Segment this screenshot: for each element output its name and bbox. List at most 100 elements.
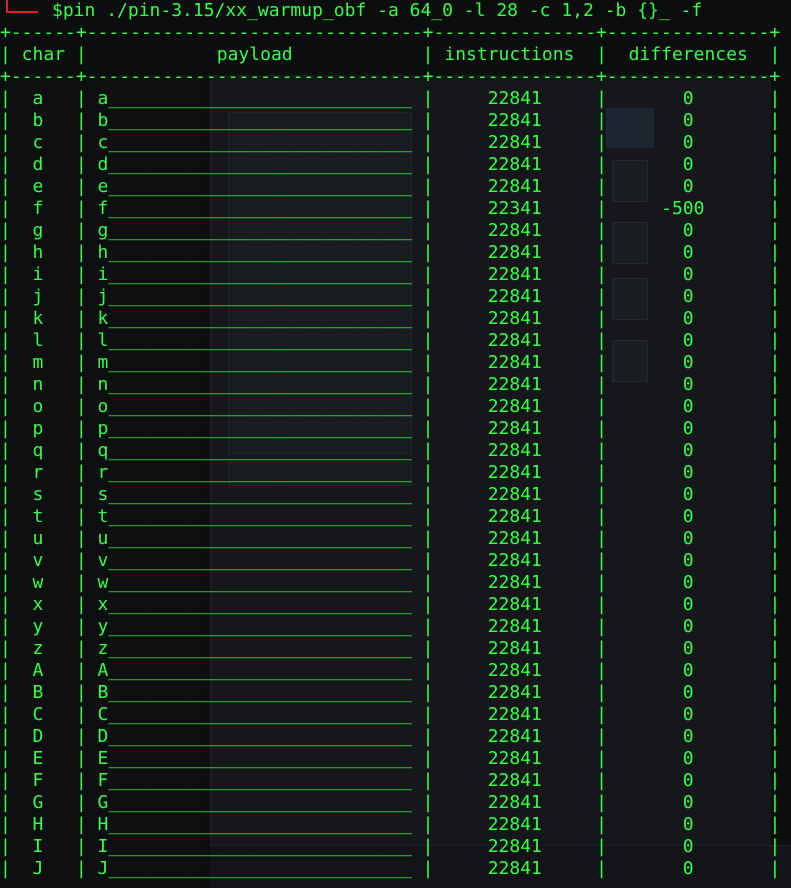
- cell-difference: 0: [606, 682, 770, 703]
- table-border: |: [0, 176, 11, 197]
- table-row: | t | t____________________________ | 22…: [0, 506, 791, 528]
- cell-difference: 0: [606, 330, 770, 351]
- table-border: |: [0, 44, 11, 65]
- table-border: |: [769, 440, 781, 461]
- table-row: | J | J____________________________ | 22…: [0, 858, 791, 880]
- table-border: |: [75, 374, 87, 395]
- table-border: |: [596, 132, 607, 153]
- table-row: | I | I____________________________ | 22…: [0, 836, 791, 858]
- table-border: |: [0, 440, 11, 461]
- cell-instructions: 22341: [433, 198, 597, 219]
- table-border: |: [422, 198, 434, 219]
- table-border: |: [0, 220, 11, 241]
- table-row: | k | k____________________________ | 22…: [0, 308, 791, 330]
- cell-payload: C____________________________: [86, 704, 423, 725]
- cell-instructions: 22841: [433, 616, 597, 637]
- table-border: |: [596, 660, 607, 681]
- cell-char: j: [10, 286, 76, 307]
- table-row: | u | u____________________________ | 22…: [0, 528, 791, 550]
- table-row: | g | g____________________________ | 22…: [0, 220, 791, 242]
- table-border: |: [769, 286, 781, 307]
- cell-instructions: 22841: [433, 748, 597, 769]
- table-border: |: [0, 110, 11, 131]
- cell-difference: 0: [606, 506, 770, 527]
- table-border: |: [0, 726, 11, 747]
- terminal-output[interactable]: +------+-------------------------------+…: [0, 22, 791, 880]
- cell-instructions: 22841: [433, 506, 597, 527]
- cell-char: d: [10, 154, 76, 175]
- cell-payload: d____________________________: [86, 154, 423, 175]
- cell-difference: 0: [606, 616, 770, 637]
- table-border: |: [0, 638, 11, 659]
- cell-difference: 0: [606, 352, 770, 373]
- table-border: |: [75, 506, 87, 527]
- cell-payload: p____________________________: [86, 418, 423, 439]
- header-differences: differences: [606, 44, 770, 65]
- table-border: |: [422, 264, 434, 285]
- command-line[interactable]: $pin ./pin-3.15/xx_warmup_obf -a 64_0 -l…: [52, 0, 702, 22]
- cell-char: x: [10, 594, 76, 615]
- cell-instructions: 22841: [433, 770, 597, 791]
- cell-difference: 0: [606, 638, 770, 659]
- table-border: |: [769, 462, 781, 483]
- cell-instructions: 22841: [433, 220, 597, 241]
- cell-difference: 0: [606, 726, 770, 747]
- table-border: |: [596, 220, 607, 241]
- table-row: | A | A____________________________ | 22…: [0, 660, 791, 682]
- cell-char: H: [10, 814, 76, 835]
- cell-instructions: 22841: [433, 814, 597, 835]
- table-border: |: [596, 792, 607, 813]
- cell-char: G: [10, 792, 76, 813]
- cell-char: l: [10, 330, 76, 351]
- cell-instructions: 22841: [433, 726, 597, 747]
- cell-char: E: [10, 748, 76, 769]
- table-border: |: [422, 242, 434, 263]
- cell-difference: 0: [606, 286, 770, 307]
- table-border: |: [0, 506, 11, 527]
- cell-difference: 0: [606, 374, 770, 395]
- table-border: |: [75, 770, 87, 791]
- table-border: |: [0, 528, 11, 549]
- cell-char: c: [10, 132, 76, 153]
- table-border: |: [75, 242, 87, 263]
- table-border: |: [0, 484, 11, 505]
- table-border: |: [596, 308, 607, 329]
- table-border: |: [0, 660, 11, 681]
- cell-instructions: 22841: [433, 550, 597, 571]
- table-border: |: [596, 770, 607, 791]
- table-border: |: [596, 396, 607, 417]
- cell-char: b: [10, 110, 76, 131]
- table-border: |: [0, 286, 11, 307]
- table-border: |: [422, 374, 434, 395]
- cell-payload: H____________________________: [86, 814, 423, 835]
- cell-char: J: [10, 858, 76, 879]
- cell-difference: 0: [606, 858, 770, 879]
- table-border: |: [75, 132, 87, 153]
- cell-instructions: 22841: [433, 110, 597, 131]
- table-border: |: [769, 506, 781, 527]
- table-border: |: [75, 44, 87, 65]
- table-border: |: [422, 352, 434, 373]
- cell-difference: 0: [606, 704, 770, 725]
- cell-difference: 0: [606, 572, 770, 593]
- table-border: |: [769, 88, 781, 109]
- table-border: |: [769, 704, 781, 725]
- table-border: |: [422, 682, 434, 703]
- cell-payload: B____________________________: [86, 682, 423, 703]
- cell-difference: 0: [606, 462, 770, 483]
- cell-char: B: [10, 682, 76, 703]
- table-border: |: [0, 682, 11, 703]
- table-border: |: [422, 286, 434, 307]
- table-border: |: [0, 858, 11, 879]
- table-border: |: [75, 220, 87, 241]
- cell-char: A: [10, 660, 76, 681]
- table-row: | B | B____________________________ | 22…: [0, 682, 791, 704]
- cell-payload: i____________________________: [86, 264, 423, 285]
- table-border: |: [422, 132, 434, 153]
- table-border: |: [596, 44, 607, 65]
- cell-payload: q____________________________: [86, 440, 423, 461]
- table-separator-top: +------+-------------------------------+…: [0, 22, 781, 43]
- cell-instructions: 22841: [433, 308, 597, 329]
- table-border: |: [769, 814, 781, 835]
- table-border: |: [596, 110, 607, 131]
